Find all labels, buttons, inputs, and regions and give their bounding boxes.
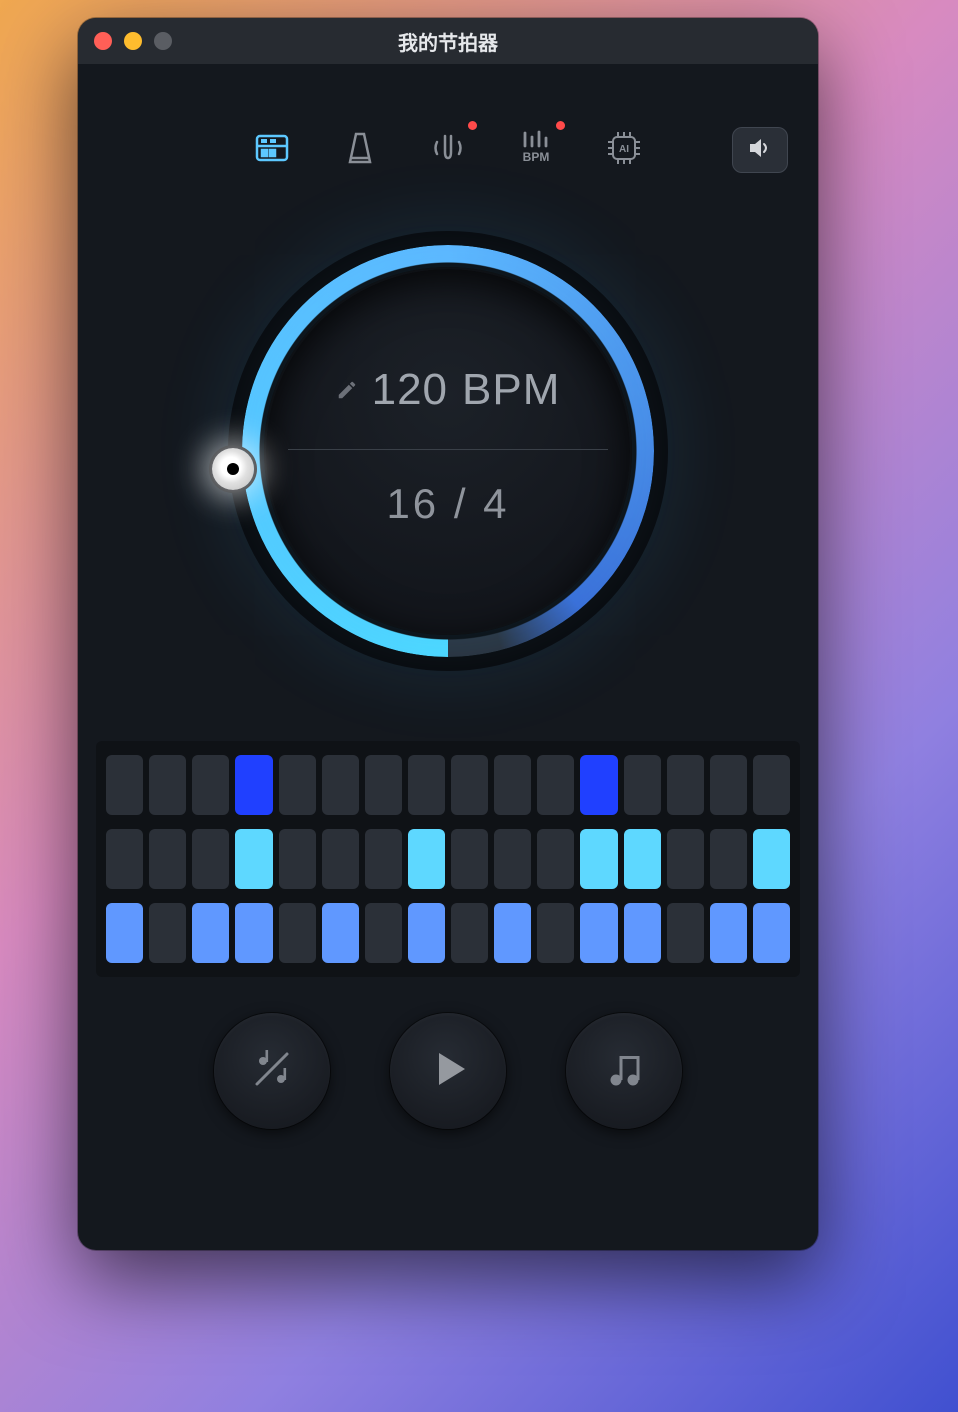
grid-row — [106, 903, 790, 963]
beat-cell[interactable] — [537, 903, 574, 963]
beat-grid — [96, 741, 800, 977]
beat-cell[interactable] — [580, 829, 617, 889]
beat-cell[interactable] — [235, 903, 272, 963]
app-window: 我的节拍器 — [78, 18, 818, 1250]
beat-cell[interactable] — [279, 829, 316, 889]
sound-select-button[interactable] — [566, 1013, 682, 1129]
mode-toolbar: BPM AI — [78, 124, 818, 176]
sound-icon — [601, 1046, 647, 1097]
drum-machine-icon — [252, 128, 292, 173]
badge-dot — [556, 121, 565, 130]
edit-icon[interactable] — [336, 379, 358, 401]
grid-row — [106, 829, 790, 889]
zoom-button-disabled — [154, 32, 172, 50]
beat-cell[interactable] — [753, 755, 790, 815]
beat-cell[interactable] — [710, 903, 747, 963]
beat-cell[interactable] — [322, 755, 359, 815]
beat-cell[interactable] — [494, 903, 531, 963]
beat-cell[interactable] — [235, 829, 272, 889]
beat-cell[interactable] — [537, 755, 574, 815]
beat-cell[interactable] — [667, 829, 704, 889]
minimize-button[interactable] — [124, 32, 142, 50]
beat-cell[interactable] — [279, 755, 316, 815]
close-button[interactable] — [94, 32, 112, 50]
beat-cell[interactable] — [365, 755, 402, 815]
ai-chip-icon: AI — [604, 128, 644, 173]
subdivide-button[interactable] — [214, 1013, 330, 1129]
beat-cell[interactable] — [624, 829, 661, 889]
beat-cell[interactable] — [494, 829, 531, 889]
tab-tuner[interactable] — [422, 124, 474, 176]
speaker-button[interactable] — [732, 127, 788, 173]
bpm-value: 120 — [372, 365, 448, 415]
beat-cell[interactable] — [494, 755, 531, 815]
beat-cell[interactable] — [322, 903, 359, 963]
beat-cell[interactable] — [710, 755, 747, 815]
tab-ai[interactable]: AI — [598, 124, 650, 176]
beat-cell[interactable] — [235, 755, 272, 815]
beat-cell[interactable] — [106, 829, 143, 889]
beat-cell[interactable] — [537, 829, 574, 889]
tab-bpm-detector[interactable]: BPM — [510, 124, 562, 176]
window-controls — [94, 32, 172, 50]
beat-cell[interactable] — [753, 903, 790, 963]
beat-cell[interactable] — [451, 903, 488, 963]
beat-cell[interactable] — [451, 755, 488, 815]
bpm-detector-icon: BPM — [516, 128, 556, 173]
bpm-display[interactable]: 120 BPM — [336, 365, 561, 415]
beat-cell[interactable] — [192, 755, 229, 815]
beat-cell[interactable] — [279, 903, 316, 963]
beat-cell[interactable] — [192, 829, 229, 889]
beat-cell[interactable] — [667, 755, 704, 815]
dial-knob[interactable] — [212, 448, 254, 490]
beat-cell[interactable] — [149, 829, 186, 889]
beat-cell[interactable] — [408, 755, 445, 815]
dial-face: 120 BPM 16 / 4 — [264, 267, 632, 635]
play-button[interactable] — [390, 1013, 506, 1129]
tuner-icon — [428, 128, 468, 173]
beat-cell[interactable] — [710, 829, 747, 889]
dial-divider — [288, 449, 608, 450]
beat-cell[interactable] — [192, 903, 229, 963]
time-signature[interactable]: 16 / 4 — [386, 480, 509, 528]
beat-cell[interactable] — [149, 903, 186, 963]
beat-cell[interactable] — [149, 755, 186, 815]
beat-cell[interactable] — [624, 903, 661, 963]
play-icon — [425, 1049, 471, 1094]
beat-cell[interactable] — [624, 755, 661, 815]
bpm-unit: BPM — [462, 365, 560, 415]
tab-drum-machine[interactable] — [246, 124, 298, 176]
beat-cell[interactable] — [451, 829, 488, 889]
tempo-dial[interactable]: 120 BPM 16 / 4 — [228, 231, 668, 671]
beat-cell[interactable] — [106, 903, 143, 963]
badge-dot — [468, 121, 477, 130]
beat-cell[interactable] — [365, 903, 402, 963]
grid-row — [106, 755, 790, 815]
beat-cell[interactable] — [322, 829, 359, 889]
beat-cell[interactable] — [667, 903, 704, 963]
metronome-icon — [340, 128, 380, 173]
tempo-dial-area: 120 BPM 16 / 4 — [78, 231, 818, 671]
speaker-icon — [746, 134, 774, 167]
subdivide-icon — [249, 1046, 295, 1097]
beat-cell[interactable] — [580, 755, 617, 815]
svg-text:BPM: BPM — [523, 150, 550, 164]
titlebar: 我的节拍器 — [78, 18, 818, 64]
beat-cell[interactable] — [408, 829, 445, 889]
beat-cell[interactable] — [365, 829, 402, 889]
beat-cell[interactable] — [408, 903, 445, 963]
beat-cell[interactable] — [753, 829, 790, 889]
svg-text:AI: AI — [619, 144, 629, 155]
tab-metronome[interactable] — [334, 124, 386, 176]
beat-cell[interactable] — [580, 903, 617, 963]
beat-cell[interactable] — [106, 755, 143, 815]
window-title: 我的节拍器 — [78, 27, 818, 56]
transport-controls — [78, 1013, 818, 1129]
